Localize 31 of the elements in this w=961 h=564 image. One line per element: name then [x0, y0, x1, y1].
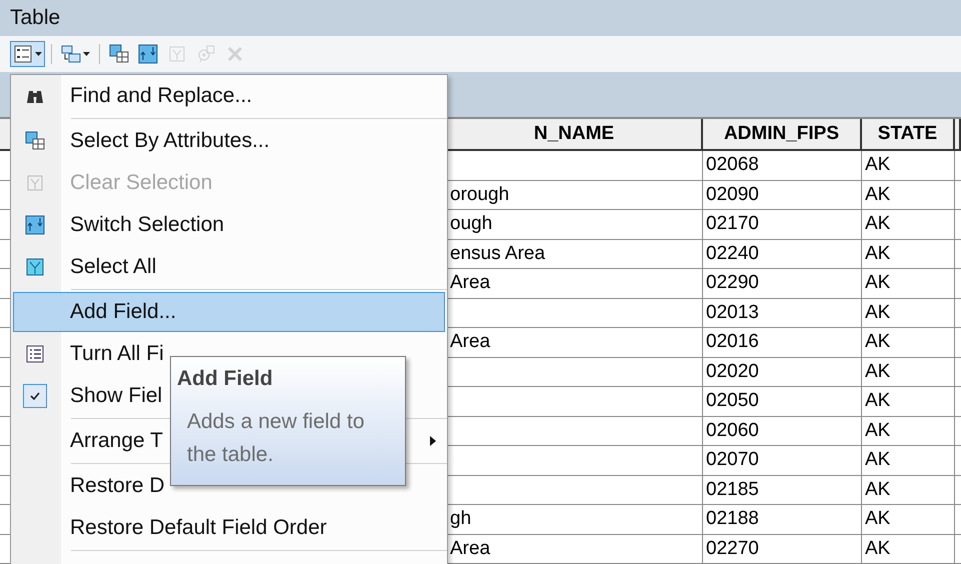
table-cell: AK — [862, 328, 955, 358]
tooltip-text: Adds a new field to the table. — [186, 409, 366, 468]
table-cell: AK — [862, 534, 955, 564]
table-cell: 02170 — [703, 210, 862, 240]
table-cell: AK — [862, 416, 955, 446]
table-cell: 02270 — [703, 534, 862, 564]
table-cell: AK — [862, 358, 955, 387]
table-cell: 02070 — [703, 446, 862, 476]
table-cell: AK — [862, 505, 955, 534]
table-cell: AK — [862, 387, 955, 416]
table-cell: 02290 — [703, 269, 862, 298]
tooltip-title: Add Field — [177, 367, 274, 391]
table-cell: 02016 — [703, 328, 862, 358]
table-cell: AK — [862, 180, 955, 210]
table-cell: 02068 — [703, 151, 862, 180]
table-cell: 02060 — [703, 416, 862, 446]
table-cell: AK — [862, 298, 955, 328]
table-cell: AK — [862, 476, 955, 505]
window-title: Table — [10, 6, 60, 30]
table-cell: AK — [862, 151, 955, 180]
table-cell: 02050 — [703, 387, 862, 416]
table-cell: AK — [862, 269, 955, 298]
table-cell: 02240 — [703, 240, 862, 269]
table-cell: 02188 — [703, 505, 862, 534]
table-cell: AK — [862, 210, 955, 240]
table-cell: 02013 — [703, 298, 862, 328]
table-cell: AK — [862, 446, 955, 476]
table-cell: 02185 — [703, 476, 862, 505]
table-cell: 02020 — [703, 358, 862, 387]
table-cell: 02090 — [703, 180, 862, 210]
table-cell: AK — [862, 240, 955, 269]
